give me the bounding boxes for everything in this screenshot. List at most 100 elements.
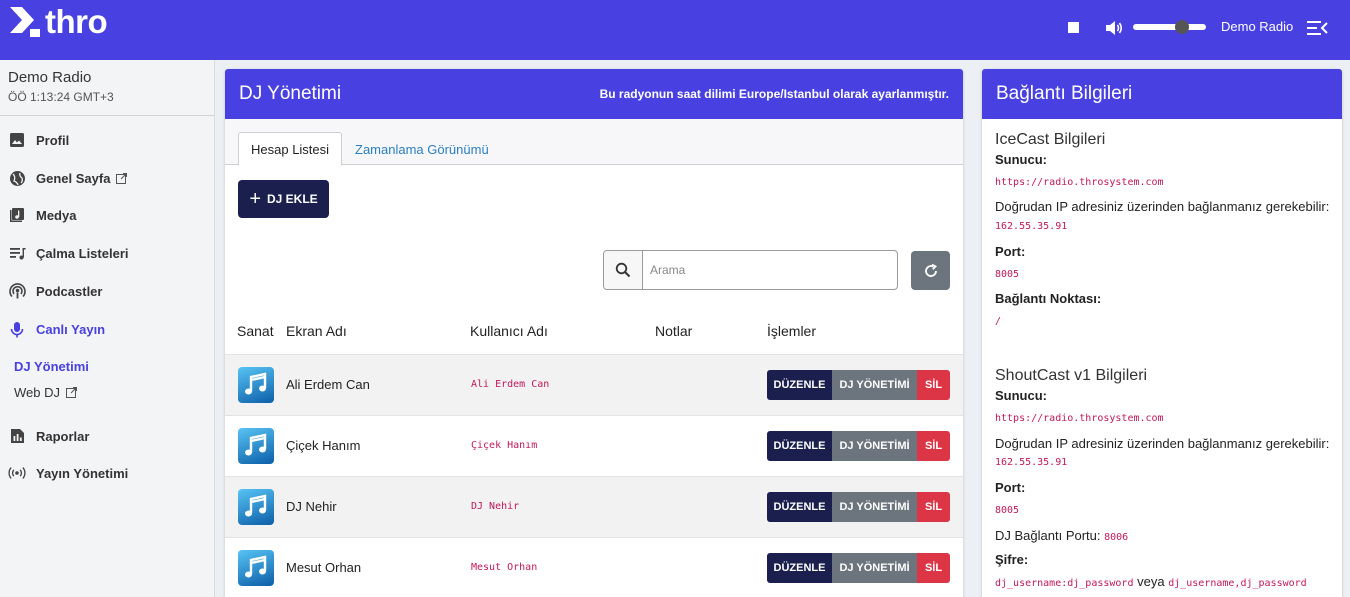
sidebar-item-raporlar[interactable]: Raporlar [0,421,215,451]
shoutcast-dj-port-label: DJ Bağlantı Portu: [995,528,1101,543]
podcast-icon [8,282,26,300]
shoutcast-password-row: dj_username:dj_password veya dj_username… [995,574,1307,589]
sidebar-item-label: Yayın Yönetimi [36,465,129,481]
icecast-server-value: https://radio.throsystem.com [995,177,1164,188]
sidebar-item-yayin-yonetimi[interactable]: Yayın Yönetimi [0,458,215,488]
playlist-icon [8,244,26,262]
icecast-port-value: 8005 [995,269,1020,280]
timezone-note: Bu radyonun saat dilimi Europe/Istanbul … [599,87,949,101]
external-link-icon [66,387,77,398]
shoutcast-ip-value: 162.55.35.91 [995,457,1068,468]
volume-slider[interactable] [1133,20,1206,34]
dj-artwork [238,428,274,464]
add-dj-button-label: DJ EKLE [267,192,318,206]
broadcast-icon [8,464,26,482]
shoutcast-dj-port-row: DJ Bağlantı Portu: 8006 [995,528,1128,543]
row-actions: DÜZENLE DJ YÖNETİMİ SİL [767,553,950,583]
shoutcast-password-format-b: dj_username,dj_password [1168,578,1307,589]
sidebar-item-medya[interactable]: Medya [0,200,215,230]
dj-manage-button[interactable]: DJ YÖNETİMİ [832,431,917,461]
dj-artwork [238,550,274,586]
refresh-icon [924,263,937,277]
menu-toggle-icon[interactable] [1306,18,1328,38]
edit-button[interactable]: DÜZENLE [767,492,832,522]
globe-icon [8,169,26,187]
music-note-icon [245,494,267,517]
dj-display-name: Mesut Orhan [286,560,362,575]
dj-display-name: Çiçek Hanım [286,438,361,453]
delete-button[interactable]: SİL [917,431,950,461]
sidebar-subitem-label: Web DJ [14,385,60,400]
tab-hesap-listesi[interactable]: Hesap Listesi [238,132,343,166]
shoutcast-server-label: Sunucu: [995,388,1047,403]
report-icon [8,427,26,445]
column-header-notlar: Notlar [655,323,693,339]
sidebar-item-label: Canlı Yayın [36,321,106,337]
sidebar: Demo Radio ÖÖ 1:13:24 GMT+3 Profil Genel… [0,60,215,597]
dj-manage-button[interactable]: DJ YÖNETİMİ [832,370,917,400]
external-link-icon [116,172,128,184]
sidebar-clock: ÖÖ 1:13:24 GMT+3 [8,90,114,104]
shoutcast-password-or: veya [1137,574,1165,589]
row-actions: DÜZENLE DJ YÖNETİMİ SİL [767,492,950,522]
edit-button[interactable]: DÜZENLE [767,431,832,461]
edit-button[interactable]: DÜZENLE [767,370,832,400]
sidebar-header: Demo Radio ÖÖ 1:13:24 GMT+3 [0,60,214,116]
plus-icon: + [249,188,261,210]
refresh-button[interactable] [911,251,950,290]
sidebar-item-label: Profil [36,132,70,148]
icecast-heading: IceCast Bilgileri [995,131,1106,148]
dj-username: Mesut Orhan [471,562,538,573]
table-row: Çiçek Hanım Çiçek Hanım DÜZENLE DJ YÖNET… [225,415,963,476]
sidebar-item-canli-yayin[interactable]: Canlı Yayın [0,314,215,344]
sidebar-item-calma-listeleri[interactable]: Çalma Listeleri [0,238,215,268]
sidebar-item-profil[interactable]: Profil [0,125,215,155]
icecast-port-label: Port: [995,244,1026,259]
row-actions: DÜZENLE DJ YÖNETİMİ SİL [767,431,950,461]
dj-manage-button[interactable]: DJ YÖNETİMİ [832,492,917,522]
column-header-sanat: Sanat [237,323,274,339]
sidebar-subitem-web-dj[interactable]: Web DJ [14,385,77,400]
sidebar-item-genel-sayfa[interactable]: Genel Sayfa [0,163,215,193]
row-actions: DÜZENLE DJ YÖNETİMİ SİL [767,370,950,400]
icecast-ip-note: Doğrudan IP adresiniz üzerinden bağlanma… [995,199,1330,214]
station-name[interactable]: Demo Radio [1221,19,1293,34]
tab-zamanlama-gorunumu[interactable]: Zamanlama Görünümü [343,132,501,166]
delete-button[interactable]: SİL [917,492,950,522]
microphone-icon [8,320,26,338]
sidebar-item-label: Raporlar [36,428,90,444]
icecast-ip-value: 162.55.35.91 [995,221,1068,232]
shoutcast-heading: ShoutCast v1 Bilgileri [995,367,1148,384]
volume-slider-thumb[interactable] [1174,20,1189,34]
search-input[interactable] [643,251,897,289]
shoutcast-password-format-a: dj_username:dj_password [995,578,1134,589]
sidebar-item-label: Medya [36,207,77,223]
add-dj-button[interactable]: + DJ EKLE [238,180,329,218]
dj-artwork [238,367,274,403]
music-note-icon [245,433,267,456]
logo[interactable]: thro [8,5,108,39]
dj-tabs: Hesap Listesi Zamanlama Görünümü [225,119,963,166]
dj-manage-button[interactable]: DJ YÖNETİMİ [832,553,917,583]
logo-arrow-icon [10,7,40,37]
table-row: Ali Erdem Can Ali Erdem Can DÜZENLE DJ Y… [225,354,963,415]
delete-button[interactable]: SİL [917,553,950,583]
stop-button[interactable] [1068,22,1079,33]
shoutcast-port-label: Port: [995,480,1026,495]
shoutcast-password-label: Şifre: [995,552,1029,567]
sidebar-item-podcastler[interactable]: Podcastler [0,276,215,306]
connection-card-header: Bağlantı Bilgileri [982,69,1342,119]
sidebar-subitem-dj-yonetimi[interactable]: DJ Yönetimi [14,359,89,374]
sidebar-item-label: Podcastler [36,283,103,299]
delete-button[interactable]: SİL [917,370,950,400]
icecast-server-label: Sunucu: [995,152,1047,167]
volume-icon[interactable] [1104,18,1124,38]
dj-management-card: DJ Yönetimi Bu radyonun saat dilimi Euro… [225,69,963,597]
dj-display-name: Ali Erdem Can [286,377,370,392]
edit-button[interactable]: DÜZENLE [767,553,832,583]
sidebar-item-label: Genel Sayfa [36,170,111,186]
shoutcast-server-value: https://radio.throsystem.com [995,413,1164,424]
music-note-icon [245,372,267,395]
connection-card-title: Bağlantı Bilgileri [996,83,1133,104]
icecast-mount-value: / [995,316,1002,327]
